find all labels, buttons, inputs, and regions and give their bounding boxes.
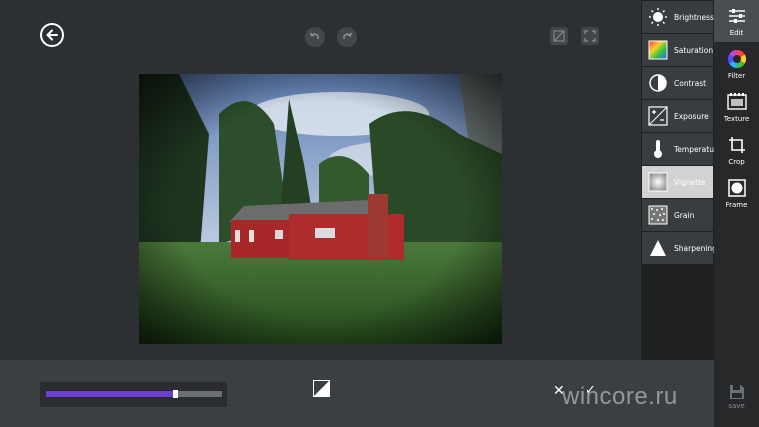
watermark: wincore.ru [562,383,678,410]
compare-button[interactable] [313,380,330,397]
tool-label: Crop [728,158,745,166]
tool-frame[interactable]: Frame [714,172,759,214]
back-button[interactable] [40,23,64,47]
adjustment-vignette[interactable]: Vignette [642,166,713,198]
adjustment-label: Vignette [674,177,706,187]
slider-fill [46,391,177,397]
save-label: save [728,402,745,410]
adjustment-label: Contrast [674,78,707,88]
tool-crop[interactable]: Crop [714,129,759,171]
adjustment-brightness[interactable]: Brightness [642,1,714,33]
tools-panel: Edit Filter Texture Crop Frame save [714,0,759,427]
color-wheel-icon [727,49,747,69]
exposure-icon [647,105,669,127]
redo-button[interactable] [337,27,357,47]
brightness-icon [647,6,669,28]
adjustment-label: Saturation [674,45,714,55]
adjustment-contrast[interactable]: Contrast [642,67,713,99]
fullscreen-button[interactable] [581,27,599,45]
bottom-bar: ✕ ✓ wincore.ru [0,360,714,427]
undo-button[interactable] [305,27,325,47]
slider-thumb[interactable] [173,390,179,398]
adjustment-label: Grain [674,210,695,220]
save-button[interactable]: save [714,384,759,424]
intensity-slider[interactable] [40,382,227,407]
contrast-icon [647,72,669,94]
saturation-icon [647,39,669,61]
film-icon [726,92,747,112]
fullscreen-icon [584,30,596,42]
tool-label: Edit [729,29,744,37]
compare-original-icon [553,30,565,42]
half-contrast-icon [314,381,329,396]
sharpening-icon [647,237,669,259]
canvas-area [0,0,641,360]
undo-icon [309,32,319,39]
back-arrow-icon [46,29,58,41]
thermometer-icon [647,138,669,160]
adjustment-label: Exposure [674,111,709,121]
photo-image [139,74,502,344]
sliders-icon [727,6,747,26]
photo-preview [139,74,502,344]
grain-icon [647,204,669,226]
tool-edit[interactable]: Edit [714,0,759,42]
adjustment-exposure[interactable]: Exposure [642,100,713,132]
floppy-disk-icon [729,385,744,399]
crop-icon [727,135,747,155]
frame-icon [727,178,747,198]
redo-icon [343,32,353,39]
vignette-icon [647,171,669,193]
tool-label: Filter [727,72,746,80]
adjustment-temperature[interactable]: Temperature [642,133,722,165]
adjustment-grain[interactable]: Grain [642,199,713,231]
adjustments-panel: Brightness Saturation Contrast Exposure … [641,0,722,360]
tool-label: Texture [723,115,750,123]
tool-label: Frame [725,201,748,209]
compare-original-button[interactable] [550,27,568,45]
tool-filter[interactable]: Filter [714,43,759,85]
tool-texture[interactable]: Texture [714,86,759,128]
adjustment-label: Sharpening [674,243,717,253]
adjustment-sharpening[interactable]: Sharpening [642,232,717,264]
slider-track[interactable] [46,390,222,398]
adjustment-label: Brightness [674,12,714,22]
adjustment-saturation[interactable]: Saturation [642,34,713,66]
